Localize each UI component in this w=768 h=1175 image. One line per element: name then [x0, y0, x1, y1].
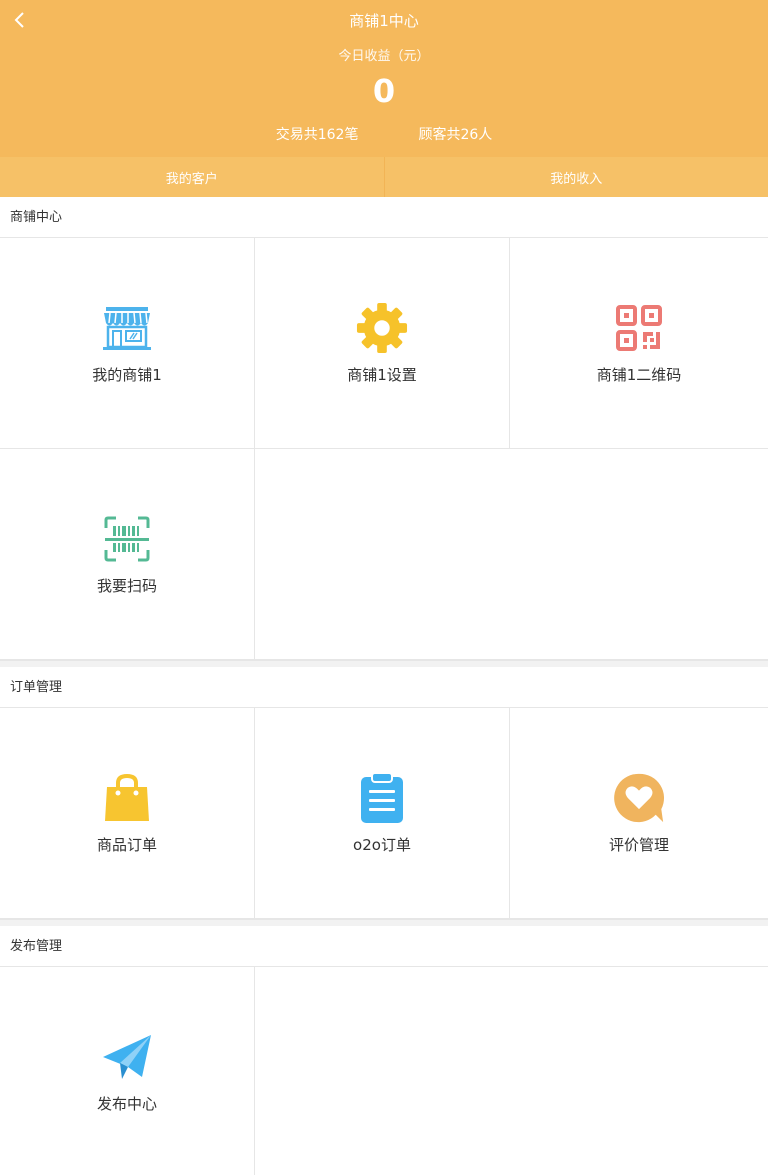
section-shop-center: 商铺中心 我的商铺1 商铺1设置 商铺1二维码 我要扫码 [0, 197, 768, 660]
empty-cell [255, 449, 768, 660]
clipboard-icon [356, 771, 408, 824]
paper-plane-icon [101, 1031, 153, 1083]
customer-count: 顾客共26人 [418, 127, 493, 143]
shop-qr-code-button[interactable]: 商铺1二维码 [510, 238, 768, 449]
product-orders-button[interactable]: 商品订单 [0, 708, 255, 919]
o2o-orders-label: o2o订单 [353, 835, 411, 854]
shopping-bag-icon [101, 772, 153, 824]
scan-label: 我要扫码 [96, 576, 157, 595]
page-title: 商铺1中心 [349, 12, 419, 30]
income-value: 0 [372, 72, 396, 110]
tab-bar: 我的客户 我的收入 [0, 157, 768, 197]
shop-settings-label: 商铺1设置 [347, 365, 417, 384]
review-management-label: 评价管理 [608, 835, 669, 854]
header: 商铺1中心 今日收益（元） 0 交易共162笔 顾客共26人 我的客户 我的收入 [0, 0, 768, 197]
section-order-management: 订单管理 商品订单 o2o订单 评价管理 [0, 667, 768, 919]
divider [0, 919, 768, 926]
publish-center-label: 发布中心 [96, 1095, 157, 1113]
stats-row: 交易共162笔 顾客共26人 [0, 124, 768, 144]
section-title: 订单管理 [0, 667, 768, 708]
divider [0, 660, 768, 667]
heart-chat-icon [613, 772, 665, 824]
section-publish-management: 发布管理 发布中心 [0, 926, 768, 1175]
section-title: 发布管理 [0, 926, 768, 967]
qr-code-icon [613, 302, 665, 354]
transaction-count: 交易共162笔 [275, 127, 359, 143]
o2o-orders-button[interactable]: o2o订单 [255, 708, 510, 919]
shop-settings-button[interactable]: 商铺1设置 [255, 238, 510, 449]
shop-icon [101, 302, 153, 354]
gear-icon [356, 302, 408, 354]
publish-center-button[interactable]: 发布中心 [0, 967, 255, 1175]
shop-qr-code-label: 商铺1二维码 [596, 365, 682, 384]
my-shop-label: 我的商铺1 [92, 365, 162, 384]
section-title: 商铺中心 [0, 197, 768, 238]
tab-my-income[interactable]: 我的收入 [383, 157, 768, 197]
scan-icon [101, 513, 153, 565]
scan-button[interactable]: 我要扫码 [0, 449, 255, 660]
review-management-button[interactable]: 评价管理 [510, 708, 768, 919]
empty-cell [255, 967, 768, 1175]
my-shop-button[interactable]: 我的商铺1 [0, 238, 255, 449]
income-label: 今日收益（元） [338, 49, 430, 64]
product-orders-label: 商品订单 [96, 835, 157, 854]
tab-my-customers[interactable]: 我的客户 [0, 157, 384, 197]
